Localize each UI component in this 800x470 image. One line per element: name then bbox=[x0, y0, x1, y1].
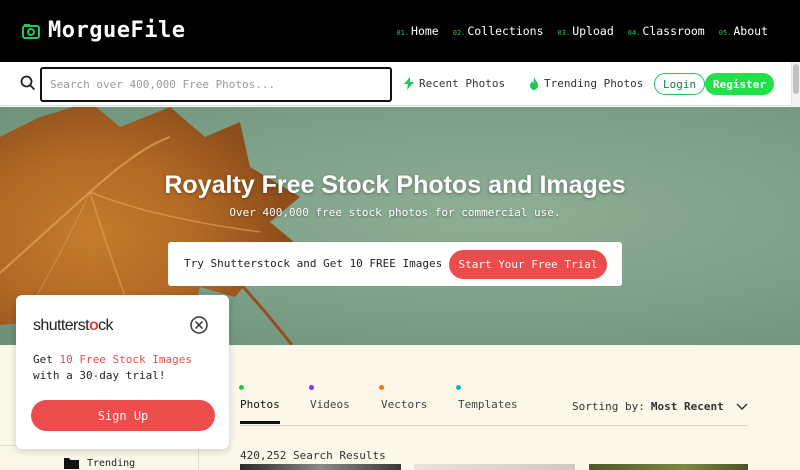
sort-dropdown[interactable]: Sorting by: Most Recent bbox=[572, 400, 748, 413]
main-nav: 01. Home 02. Collections 03. Upload 04. Clas… bbox=[396, 24, 768, 38]
shutterstock-logo: shutterstock bbox=[33, 317, 114, 335]
hero-subtitle: Over 400,000 free stock photos for comme… bbox=[229, 206, 561, 219]
sort-label: Sorting by: bbox=[572, 400, 645, 413]
photo-thumbnail[interactable] bbox=[240, 464, 401, 470]
start-free-trial-button[interactable]: Start Your Free Trial bbox=[449, 250, 607, 279]
recent-photos-link[interactable]: Recent Photos bbox=[404, 77, 505, 90]
vectors-dot bbox=[379, 385, 384, 390]
scrollbar-thumb[interactable] bbox=[793, 64, 799, 94]
nav-num: 05. bbox=[718, 29, 732, 37]
popup-text-a: Get bbox=[33, 353, 60, 366]
tabs-underline bbox=[240, 425, 748, 426]
videos-dot bbox=[309, 385, 314, 390]
search-input[interactable] bbox=[40, 67, 392, 102]
camera-icon bbox=[22, 23, 40, 39]
close-icon[interactable] bbox=[189, 315, 209, 335]
nav-label: Classroom bbox=[642, 24, 705, 38]
sort-value: Most Recent bbox=[650, 400, 724, 413]
popup-text-b: with a 30-day trial! bbox=[33, 369, 166, 382]
nav-label: Upload bbox=[572, 24, 614, 38]
tab-photos[interactable]: Photos bbox=[240, 398, 280, 411]
popup-highlight: 10 Free Stock Images bbox=[59, 353, 192, 366]
logo-part: shutterst bbox=[33, 317, 90, 334]
shutterstock-popup: shutterstock Get 10 Free Stock Images wi… bbox=[16, 295, 229, 449]
tab-templates[interactable]: Templates bbox=[458, 398, 518, 411]
flame-icon bbox=[530, 77, 538, 90]
trending-photos-label: Trending Photos bbox=[544, 77, 644, 90]
sign-up-button[interactable]: Sign Up bbox=[31, 400, 215, 431]
active-tab-indicator bbox=[240, 421, 280, 424]
photos-dot bbox=[239, 385, 244, 390]
tab-videos[interactable]: Videos bbox=[310, 398, 350, 411]
popup-message: Get 10 Free Stock Images with a 30-day t… bbox=[33, 352, 223, 384]
top-navbar: MorgueFile 01. Home 02. Collections 03. Upl… bbox=[0, 0, 800, 62]
search-results-count: 420,252 Search Results bbox=[240, 449, 386, 462]
trending-photos-link[interactable]: Trending Photos bbox=[529, 77, 643, 90]
recent-photos-label: Recent Photos bbox=[419, 77, 506, 90]
photo-thumbnail[interactable] bbox=[414, 464, 575, 470]
nav-collections[interactable]: 02. Collections bbox=[453, 24, 544, 38]
nav-label: About bbox=[733, 24, 768, 38]
logo-o: o bbox=[88, 317, 99, 334]
lightning-icon bbox=[404, 77, 414, 90]
search-icon[interactable] bbox=[20, 75, 36, 91]
folder-icon bbox=[64, 458, 79, 469]
nav-upload[interactable]: 03. Upload bbox=[558, 24, 614, 38]
search-bar-row: Recent Photos Trending Photos Login Regi… bbox=[0, 62, 800, 106]
scrollbar[interactable] bbox=[791, 62, 800, 106]
hero-title: Royalty Free Stock Photos and Images bbox=[164, 171, 626, 199]
nav-num: 03. bbox=[557, 29, 571, 37]
sidebar-item-trending[interactable]: Trending bbox=[64, 457, 135, 469]
nav-num: 02. bbox=[452, 29, 466, 37]
login-button[interactable]: Login bbox=[654, 73, 706, 95]
chevron-down-icon bbox=[736, 402, 748, 410]
nav-label: Collections bbox=[467, 24, 544, 38]
nav-num: 01. bbox=[396, 29, 410, 37]
templates-dot bbox=[456, 385, 461, 390]
logo-text: MorgueFile bbox=[48, 18, 186, 43]
register-button[interactable]: Register bbox=[705, 73, 774, 95]
nav-about[interactable]: 05. About bbox=[719, 24, 768, 38]
nav-home[interactable]: 01. Home bbox=[396, 24, 438, 38]
nav-num: 04. bbox=[627, 29, 641, 37]
photo-thumbnail[interactable] bbox=[589, 464, 748, 470]
logo[interactable]: MorgueFile bbox=[22, 18, 185, 43]
sidebar-item-label: Trending bbox=[87, 457, 136, 469]
nav-classroom[interactable]: 04. Classroom bbox=[628, 24, 705, 38]
logo-part: ck bbox=[98, 317, 113, 334]
shutterstock-promo: Try Shutterstock and Get 10 FREE Images … bbox=[168, 242, 622, 286]
promo-text: Try Shutterstock and Get 10 FREE Images bbox=[184, 257, 443, 270]
nav-label: Home bbox=[411, 24, 439, 38]
tab-vectors[interactable]: Vectors bbox=[381, 398, 427, 411]
